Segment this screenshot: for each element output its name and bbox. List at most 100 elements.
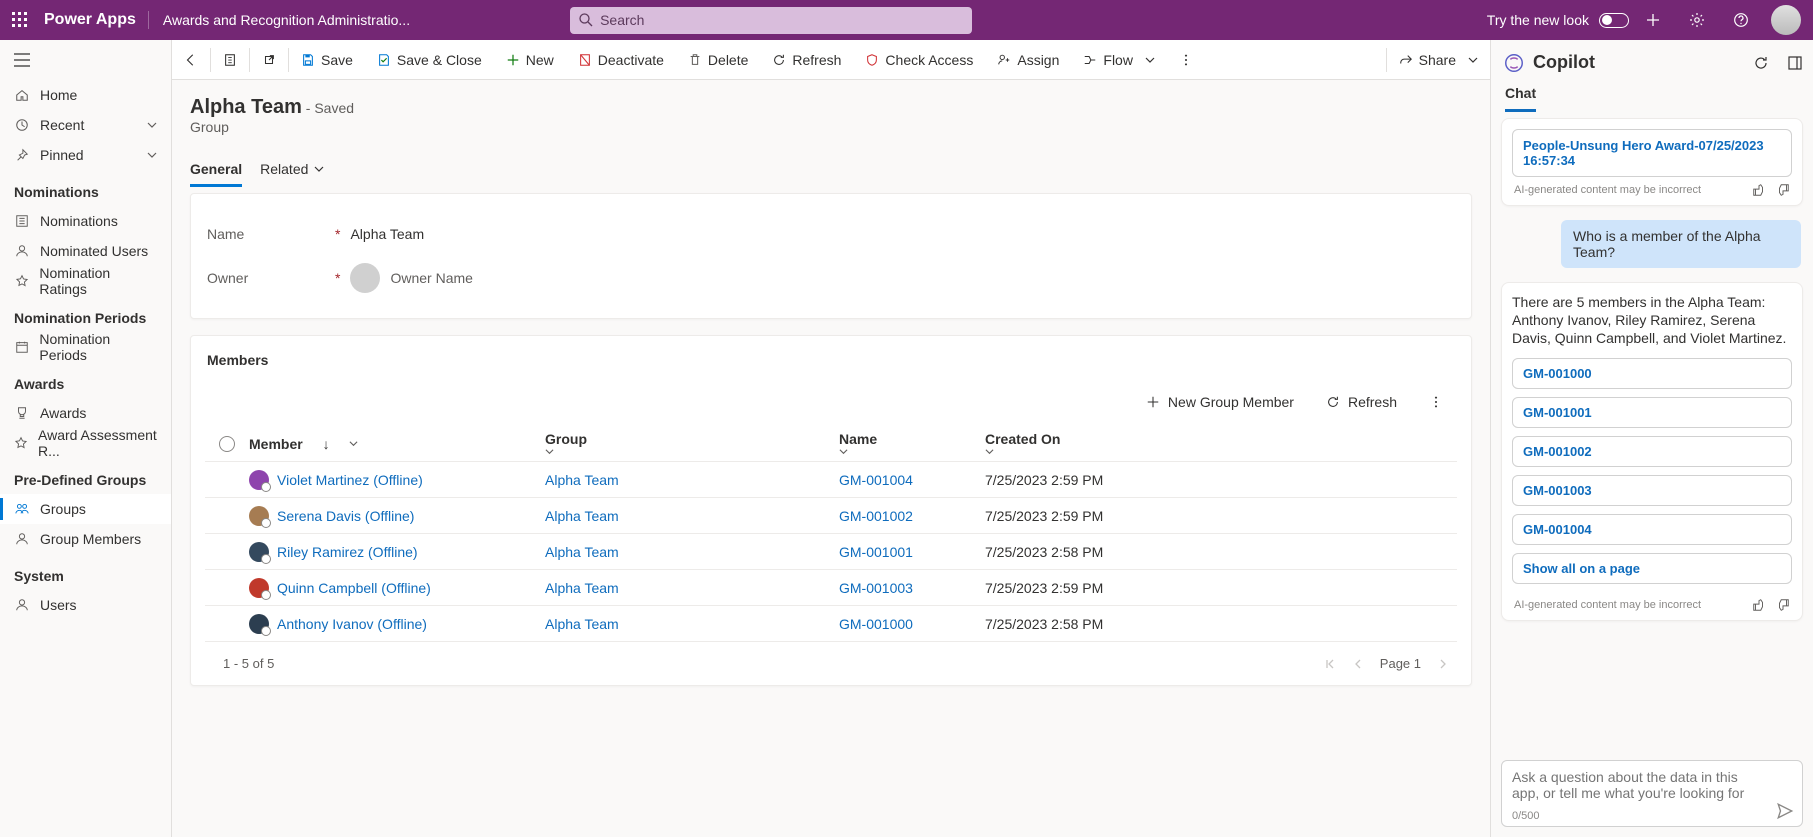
save-button[interactable]: Save: [289, 40, 365, 80]
member-link[interactable]: Anthony Ivanov (Offline): [277, 616, 427, 632]
open-record-set-button[interactable]: [211, 40, 249, 80]
tab-general[interactable]: General: [190, 153, 242, 187]
col-member-header[interactable]: Member ↓: [249, 436, 545, 452]
copilot-result-chip[interactable]: GM-001004: [1512, 514, 1792, 545]
table-row[interactable]: Riley Ramirez (Offline) Alpha Team GM-0010…: [205, 534, 1457, 570]
table-row[interactable]: Quinn Campbell (Offline) Alpha Team GM-001…: [205, 570, 1457, 606]
overflow-button[interactable]: [1167, 40, 1205, 80]
name-link[interactable]: GM-001003: [839, 580, 913, 596]
people-icon: [14, 502, 30, 516]
thumbs-up-button[interactable]: [1752, 183, 1766, 197]
trophy-icon: [14, 406, 30, 420]
created-on: 7/25/2023 2:58 PM: [985, 544, 1457, 560]
nav-awards-label: Awards: [40, 405, 86, 421]
add-button[interactable]: [1633, 0, 1673, 40]
nav-collapse-button[interactable]: [0, 40, 171, 80]
copilot-refresh-button[interactable]: [1753, 55, 1769, 71]
select-all-checkbox[interactable]: [219, 436, 235, 452]
app-launcher[interactable]: [0, 0, 40, 40]
nav-pinned[interactable]: Pinned: [0, 140, 171, 170]
delete-button[interactable]: Delete: [676, 40, 760, 80]
nav-users[interactable]: Users: [0, 590, 171, 620]
member-link[interactable]: Quinn Campbell (Offline): [277, 580, 431, 596]
group-link[interactable]: Alpha Team: [545, 472, 619, 488]
chevron-down-icon: [839, 447, 985, 456]
show-all-chip[interactable]: Show all on a page: [1512, 553, 1792, 584]
col-name-header[interactable]: Name: [839, 431, 985, 456]
table-row[interactable]: Violet Martinez (Offline) Alpha Team GM-00…: [205, 462, 1457, 498]
tab-related[interactable]: Related: [260, 153, 324, 187]
popout-button[interactable]: [250, 40, 288, 80]
pager-first[interactable]: [1324, 658, 1336, 670]
copilot-tab-chat[interactable]: Chat: [1505, 85, 1536, 112]
nav-head-predef: Pre-Defined Groups: [0, 458, 171, 494]
flow-button[interactable]: Flow: [1071, 40, 1167, 80]
name-field[interactable]: Alpha Team: [350, 226, 424, 242]
pager-next[interactable]: [1437, 658, 1449, 670]
check-access-button[interactable]: Check Access: [853, 40, 985, 80]
chevron-down-icon: [545, 447, 839, 456]
name-link[interactable]: GM-001004: [839, 472, 913, 488]
nav-nominated-users[interactable]: Nominated Users: [0, 236, 171, 266]
copilot-input[interactable]: [1512, 769, 1766, 807]
nav-award-assessment[interactable]: Award Assessment R...: [0, 428, 171, 458]
help-button[interactable]: [1721, 0, 1761, 40]
search-input[interactable]: [570, 7, 972, 34]
nav-nomination-periods[interactable]: Nomination Periods: [0, 332, 171, 362]
col-created-header[interactable]: Created On: [985, 431, 1457, 456]
user-avatar[interactable]: [1771, 5, 1801, 35]
deactivate-button[interactable]: Deactivate: [566, 40, 676, 80]
new-label: New: [526, 52, 554, 68]
members-overflow-button[interactable]: [1419, 388, 1453, 416]
member-link[interactable]: Violet Martinez (Offline): [277, 472, 423, 488]
delete-label: Delete: [708, 52, 748, 68]
send-button[interactable]: [1776, 802, 1794, 820]
brand-label[interactable]: Power Apps: [40, 11, 149, 29]
nav-awards[interactable]: Awards: [0, 398, 171, 428]
refresh-members-button[interactable]: Refresh: [1316, 388, 1407, 416]
nav-nomination-ratings[interactable]: Nomination Ratings: [0, 266, 171, 296]
member-link[interactable]: Serena Davis (Offline): [277, 508, 414, 524]
nav-groups[interactable]: Groups: [0, 494, 171, 524]
try-new-look-toggle[interactable]: [1599, 13, 1629, 28]
name-link[interactable]: GM-001001: [839, 544, 913, 560]
owner-lookup[interactable]: Owner Name: [350, 263, 472, 293]
member-avatar: [249, 470, 269, 490]
copilot-result-chip[interactable]: GM-001000: [1512, 358, 1792, 389]
thumbs-up-button[interactable]: [1752, 598, 1766, 612]
copilot-expand-button[interactable]: [1787, 55, 1803, 71]
pager-prev[interactable]: [1352, 658, 1364, 670]
copilot-result-chip[interactable]: GM-001002: [1512, 436, 1792, 467]
nav-group-members[interactable]: Group Members: [0, 524, 171, 554]
group-link[interactable]: Alpha Team: [545, 616, 619, 632]
ai-disclaimer: AI-generated content may be incorrect: [1514, 599, 1701, 611]
table-row[interactable]: Serena Davis (Offline) Alpha Team GM-00100…: [205, 498, 1457, 534]
save-close-button[interactable]: Save & Close: [365, 40, 494, 80]
col-group-header[interactable]: Group: [545, 431, 839, 456]
deactivate-label: Deactivate: [598, 52, 664, 68]
group-link[interactable]: Alpha Team: [545, 508, 619, 524]
new-group-member-button[interactable]: New Group Member: [1136, 388, 1304, 416]
member-link[interactable]: Riley Ramirez (Offline): [277, 544, 418, 560]
table-row[interactable]: Anthony Ivanov (Offline) Alpha Team GM-001…: [205, 606, 1457, 642]
refresh-button[interactable]: Refresh: [760, 40, 853, 80]
copilot-prev-link[interactable]: People-Unsung Hero Award-07/25/2023 16:5…: [1512, 129, 1792, 177]
copilot-result-chip[interactable]: GM-001003: [1512, 475, 1792, 506]
group-link[interactable]: Alpha Team: [545, 580, 619, 596]
nav-home[interactable]: Home: [0, 80, 171, 110]
name-link[interactable]: GM-001002: [839, 508, 913, 524]
name-link[interactable]: GM-001000: [839, 616, 913, 632]
share-button[interactable]: Share: [1387, 40, 1490, 80]
settings-button[interactable]: [1677, 0, 1717, 40]
copilot-result-chip[interactable]: GM-001001: [1512, 397, 1792, 428]
app-title: Awards and Recognition Administratio...: [163, 12, 410, 28]
new-button[interactable]: New: [494, 40, 566, 80]
thumbs-down-button[interactable]: [1776, 598, 1790, 612]
assign-button[interactable]: Assign: [985, 40, 1071, 80]
group-link[interactable]: Alpha Team: [545, 544, 619, 560]
nav-recent[interactable]: Recent: [0, 110, 171, 140]
thumbs-down-button[interactable]: [1776, 183, 1790, 197]
nav-nominations[interactable]: Nominations: [0, 206, 171, 236]
back-button[interactable]: [172, 40, 210, 80]
entity-name: Group: [190, 119, 1472, 135]
